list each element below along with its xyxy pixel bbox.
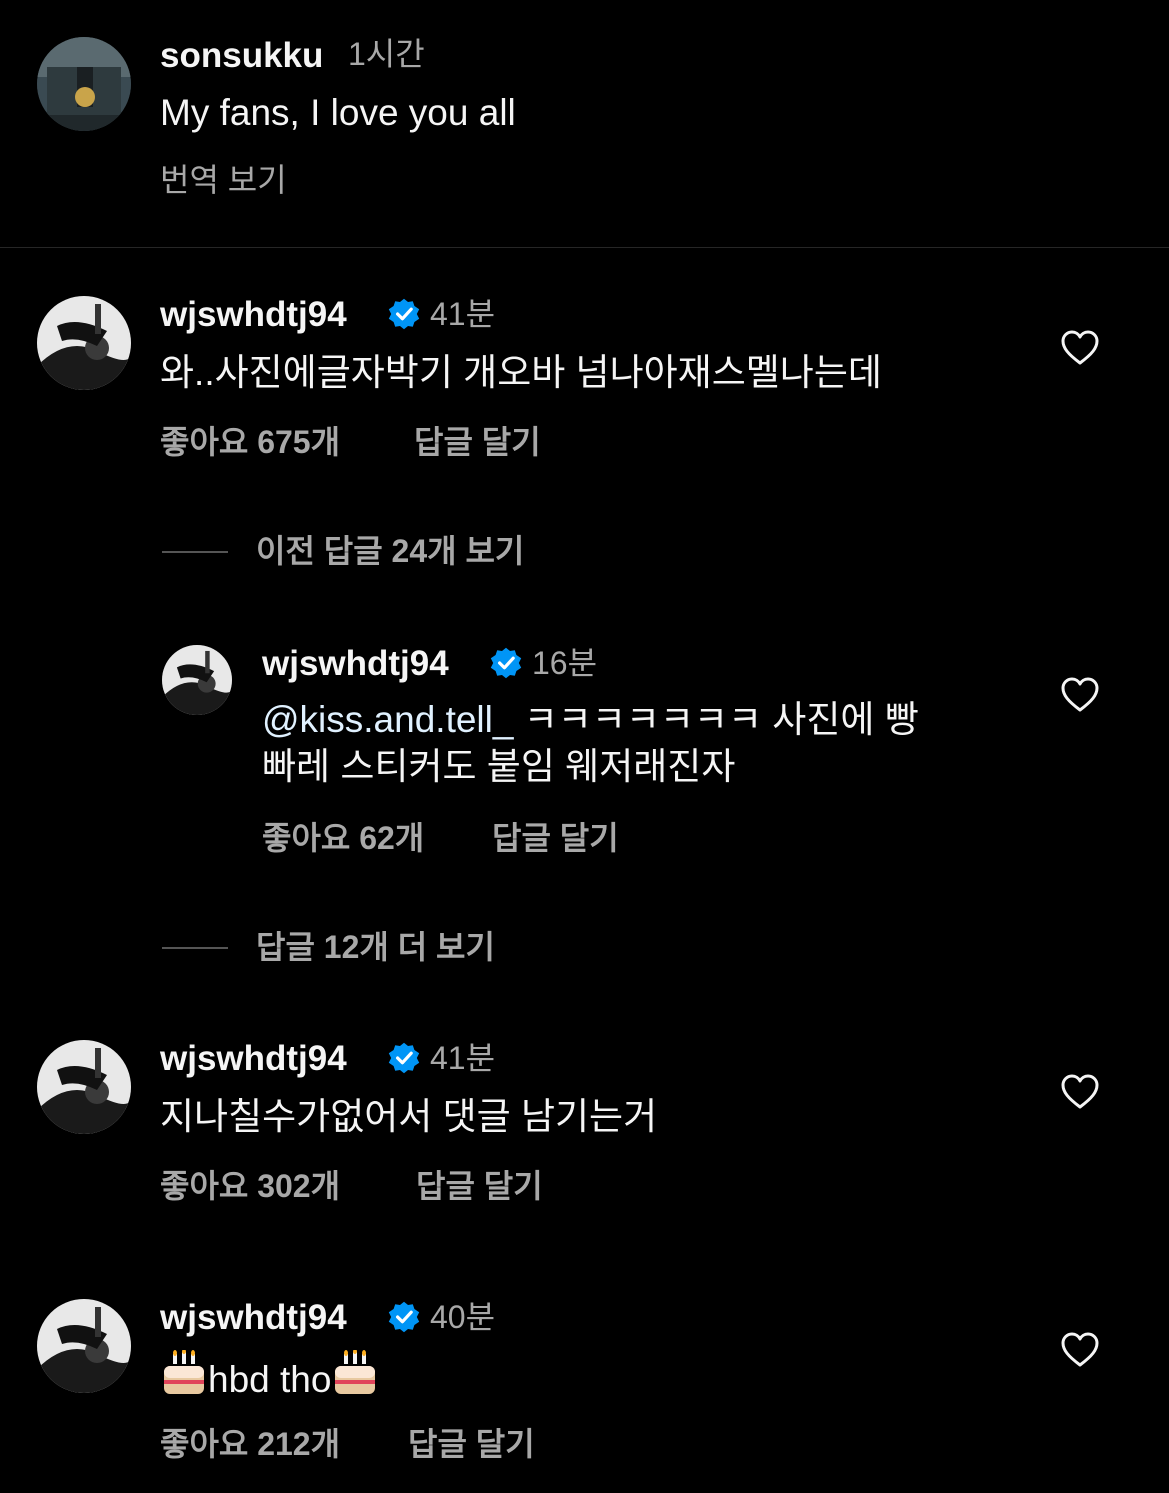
thread-line (162, 551, 228, 553)
post-author-avatar[interactable] (37, 37, 131, 131)
comment-time: 40분 (430, 1299, 496, 1335)
commenter-avatar[interactable] (37, 1299, 131, 1393)
reply-time: 16분 (532, 645, 598, 681)
verified-badge-icon (388, 1042, 420, 1074)
comment-text: 지나칠수가없어서 댓글 남기는거 (160, 1096, 658, 1137)
reply-username[interactable]: wjswhdtj94 (262, 646, 449, 681)
comment-text-body: hbd tho (208, 1359, 332, 1400)
comment-username[interactable]: wjswhdtj94 (160, 1300, 347, 1335)
birthday-cake-icon (164, 1350, 204, 1394)
commenter-avatar[interactable] (37, 296, 131, 390)
comment-likes[interactable]: 좋아요 212개 (160, 1428, 340, 1460)
comment-text: 와..사진에글자박기 개오바 넘나아재스멜나는데 (160, 352, 882, 393)
comment-likes[interactable]: 좋아요 302개 (160, 1170, 340, 1202)
post-author-username[interactable]: sonsukku (160, 38, 323, 73)
comment-time: 41분 (430, 296, 496, 332)
view-previous-replies[interactable]: 이전 답글 24개 보기 (256, 535, 524, 567)
reply-button[interactable]: 답글 달기 (408, 1428, 535, 1460)
comment-likes[interactable]: 좋아요 675개 (160, 426, 340, 458)
like-heart-icon[interactable] (1060, 329, 1100, 367)
verified-badge-icon (388, 1301, 420, 1333)
reply-text-line1: ㅋㅋㅋㅋㅋㅋㅋ 사진에 빵 (513, 699, 919, 740)
like-heart-icon[interactable] (1060, 676, 1100, 714)
translate-link[interactable]: 번역 보기 (160, 164, 287, 196)
reply-avatar[interactable] (162, 645, 232, 715)
birthday-cake-icon (335, 1350, 376, 1394)
caption-divider (0, 247, 1169, 248)
verified-badge-icon (388, 298, 420, 330)
comment-time: 41분 (430, 1040, 496, 1076)
reply-likes[interactable]: 좋아요 62개 (262, 822, 424, 854)
reply-text: @kiss.and.tell_ ㅋㅋㅋㅋㅋㅋㅋ 사진에 빵 (262, 697, 919, 743)
reply-mention-link[interactable]: @kiss.and.tell_ (262, 699, 513, 740)
reply-button[interactable]: 답글 달기 (492, 822, 619, 854)
commenter-avatar[interactable] (37, 1040, 131, 1134)
post-time: 1시간 (348, 36, 425, 72)
comment-username[interactable]: wjswhdtj94 (160, 297, 347, 332)
thread-line (162, 947, 228, 949)
post-caption: My fans, I love you all (160, 92, 516, 133)
view-more-replies[interactable]: 답글 12개 더 보기 (256, 931, 495, 963)
comment-text: hbd tho (160, 1350, 379, 1403)
reply-button[interactable]: 답글 달기 (416, 1170, 543, 1202)
verified-badge-icon (490, 647, 522, 679)
comment-username[interactable]: wjswhdtj94 (160, 1041, 347, 1076)
reply-button[interactable]: 답글 달기 (414, 426, 541, 458)
reply-text-line2: 빠레 스티커도 붙임 웨저래진자 (262, 746, 736, 787)
like-heart-icon[interactable] (1060, 1073, 1100, 1111)
like-heart-icon[interactable] (1060, 1331, 1100, 1369)
